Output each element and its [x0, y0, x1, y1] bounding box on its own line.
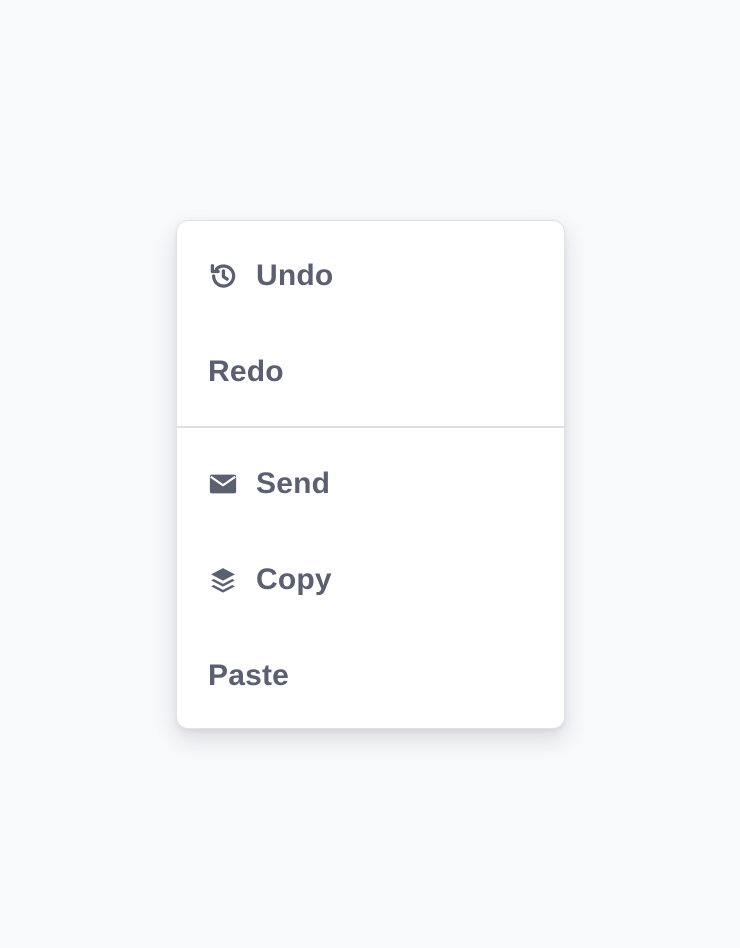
- menu-item-label: Undo: [256, 259, 334, 292]
- menu-divider: [177, 426, 564, 428]
- envelope-icon: [208, 469, 238, 499]
- menu-item-label: Redo: [208, 355, 284, 388]
- history-icon: [208, 261, 238, 291]
- menu-item-redo[interactable]: Redo: [177, 324, 564, 420]
- menu-item-label: Paste: [208, 659, 290, 692]
- context-menu: Undo Redo Send Copy Paste: [176, 220, 565, 729]
- menu-item-undo[interactable]: Undo: [177, 228, 564, 324]
- menu-item-copy[interactable]: Copy: [177, 532, 564, 628]
- menu-item-paste[interactable]: Paste: [177, 628, 564, 724]
- menu-item-send[interactable]: Send: [177, 436, 564, 532]
- layers-icon: [208, 565, 238, 595]
- menu-item-label: Copy: [256, 563, 332, 596]
- menu-item-label: Send: [256, 467, 331, 500]
